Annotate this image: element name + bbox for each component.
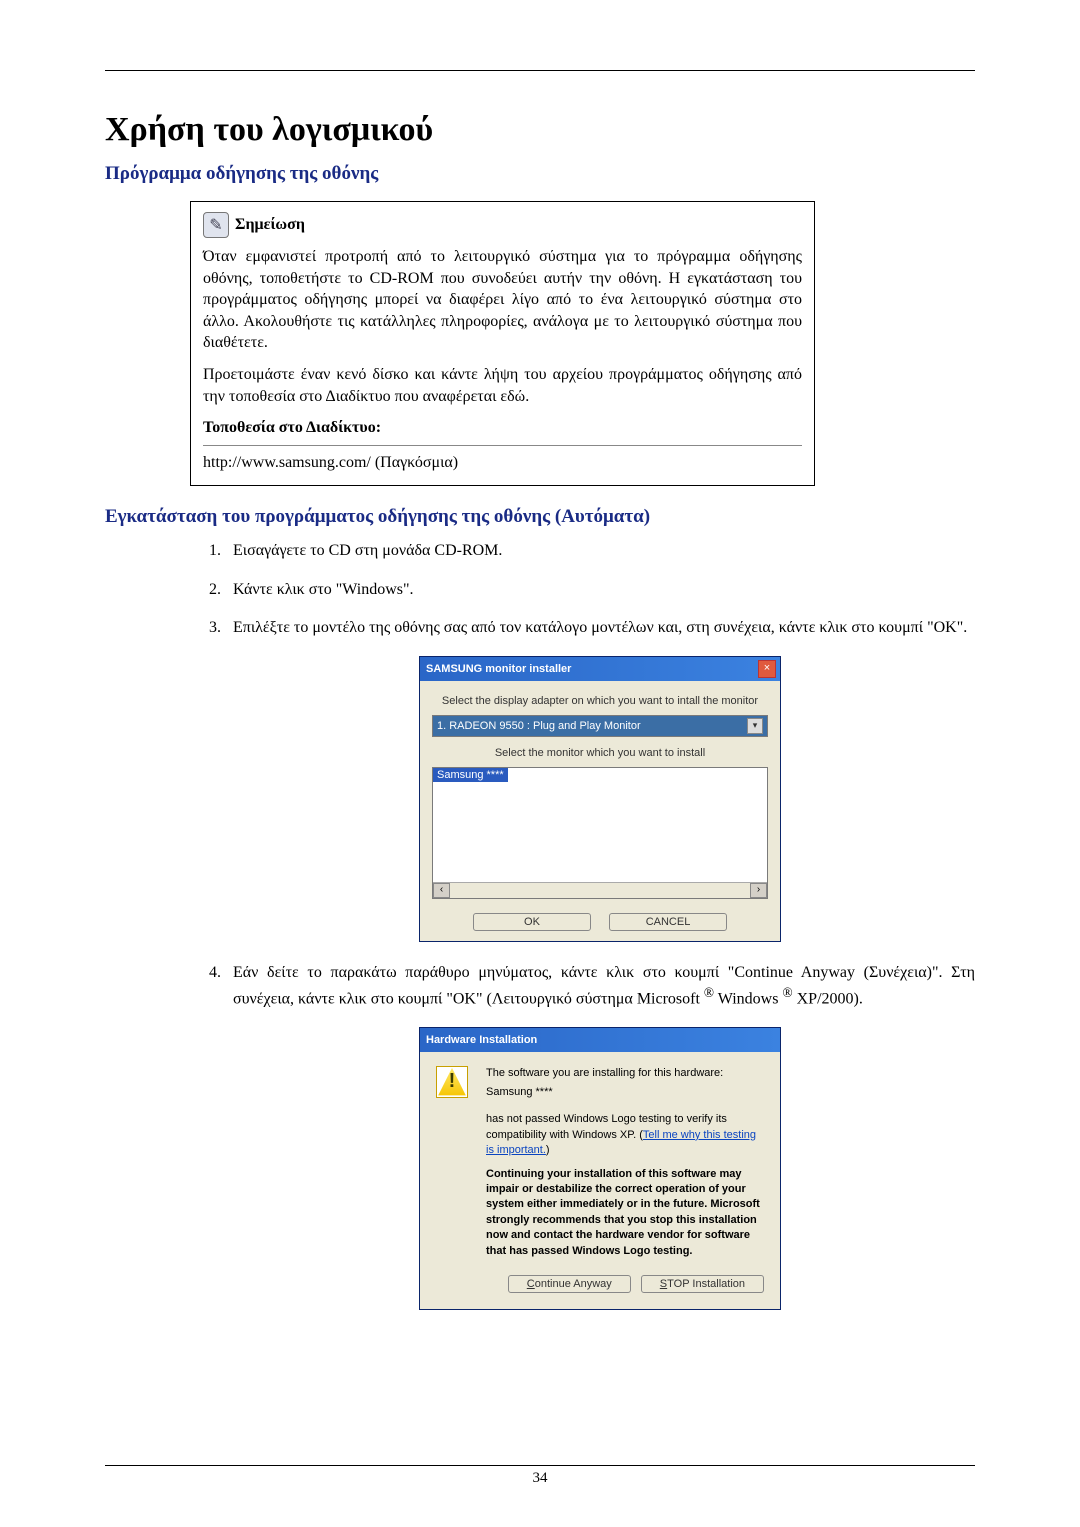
note-label: Σημείωση <box>235 216 305 234</box>
hw-buttons: Continue Anyway STOP Installation <box>436 1275 764 1293</box>
note-box: ✎ Σημείωση Όταν εμφανιστεί προτροπή από … <box>190 201 815 486</box>
hw-line-2: has not passed Windows Logo testing to v… <box>486 1112 764 1158</box>
note-site-url: http://www.samsung.com/ (Παγκόσμια) <box>203 452 802 474</box>
warning-icon: ! <box>436 1066 468 1098</box>
section-heading-driver: Πρόγραμμα οδήγησης της οθόνης <box>105 163 975 185</box>
installer-msg-2: Select the monitor which you want to ins… <box>432 747 768 759</box>
note-separator <box>203 445 802 446</box>
horizontal-scrollbar[interactable]: ‹ › <box>433 882 767 898</box>
step-4: Εάν δείτε το παρακάτω παράθυρο μηνύματος… <box>225 962 975 1011</box>
chevron-down-icon[interactable]: ▾ <box>747 718 763 734</box>
installer-body: Select the display adapter on which you … <box>420 681 780 941</box>
step-3: Επιλέξτε το μοντέλο της οθόνης σας από τ… <box>225 617 975 639</box>
reg-mark-1: ® <box>704 985 714 1000</box>
installer-title: SAMSUNG monitor installer <box>424 663 571 675</box>
step4-text-b: Windows <box>714 990 782 1007</box>
continue-anyway-button[interactable]: Continue Anyway <box>508 1275 631 1293</box>
hardware-install-dialog: Hardware Installation ! The software you… <box>419 1027 781 1310</box>
page-title: Χρήση του λογισμικού <box>105 111 975 149</box>
scroll-left-icon[interactable]: ‹ <box>433 883 450 898</box>
adapter-selected: 1. RADEON 9550 : Plug and Play Monitor <box>437 720 641 732</box>
installer-buttons: OK CANCEL <box>432 913 768 931</box>
step-1: Εισαγάγετε το CD στη μονάδα CD-ROM. <box>225 540 975 562</box>
installer-dialog: SAMSUNG monitor installer × Select the d… <box>419 656 781 942</box>
step-2: Κάντε κλικ στο "Windows". <box>225 579 975 601</box>
section-heading-install: Εγκατάσταση του προγράμματος οδήγησης τη… <box>105 506 975 528</box>
install-steps: Εισαγάγετε το CD στη μονάδα CD-ROM. Κάντ… <box>105 540 975 1310</box>
top-rule <box>105 70 975 71</box>
close-icon[interactable]: × <box>758 660 776 678</box>
scroll-right-icon[interactable]: › <box>750 883 767 898</box>
hw-line-1: The software you are installing for this… <box>486 1066 764 1081</box>
adapter-dropdown[interactable]: 1. RADEON 9550 : Plug and Play Monitor ▾ <box>432 715 768 737</box>
monitor-selected-item[interactable]: Samsung **** <box>433 768 508 782</box>
note-header: ✎ Σημείωση <box>203 212 802 238</box>
reg-mark-2: ® <box>782 985 792 1000</box>
note-para-1: Όταν εμφανιστεί προτροπή από το λειτουργ… <box>203 246 802 354</box>
cancel-button[interactable]: CANCEL <box>609 913 727 931</box>
page-number: 34 <box>105 1466 975 1487</box>
hw-body: ! The software you are installing for th… <box>420 1052 780 1309</box>
document-page: Χρήση του λογισμικού Πρόγραμμα οδήγησης … <box>0 0 1080 1527</box>
hw-titlebar: Hardware Installation <box>420 1028 780 1052</box>
hw-text: The software you are installing for this… <box>486 1066 764 1259</box>
hw-device-name: Samsung **** <box>486 1085 553 1100</box>
note-icon: ✎ <box>203 212 229 238</box>
hw-title: Hardware Installation <box>424 1034 537 1046</box>
page-footer: 34 <box>105 1465 975 1487</box>
installer-titlebar: SAMSUNG monitor installer × <box>420 657 780 681</box>
stop-installation-button[interactable]: STOP Installation <box>641 1275 764 1293</box>
step4-text-c: XP/2000). <box>793 990 863 1007</box>
note-site-label: Τοποθεσία στο Διαδίκτυο: <box>203 419 381 436</box>
monitor-listbox[interactable]: Samsung **** ‹ › <box>432 767 768 899</box>
hw-warning-text: Continuing your installation of this sof… <box>486 1167 764 1259</box>
step4-text-a: Εάν δείτε το παρακάτω παράθυρο μηνύματος… <box>233 964 975 1008</box>
hw-line-2b: ) <box>546 1144 550 1156</box>
note-para-2: Προετοιμάστε έναν κενό δίσκο και κάντε λ… <box>203 364 802 407</box>
ok-button[interactable]: OK <box>473 913 591 931</box>
installer-msg-1: Select the display adapter on which you … <box>432 695 768 707</box>
